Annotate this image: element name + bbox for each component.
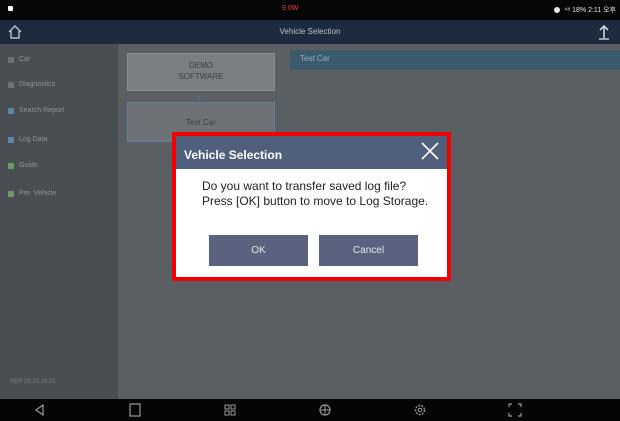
sidebar-item-log-data[interactable]: Log Data — [8, 136, 47, 143]
apps-grid-icon[interactable] — [222, 402, 238, 418]
recent-apps-icon[interactable] — [127, 402, 143, 418]
sidebar-item-label: Search Report — [19, 107, 65, 114]
export-icon[interactable] — [597, 23, 611, 41]
sidebar-item-label: Diagnostics — [19, 81, 56, 88]
screen-capture-icon[interactable] — [507, 402, 523, 418]
diagnostics-icon — [8, 81, 14, 88]
back-icon[interactable] — [32, 402, 48, 418]
demo-software-card[interactable]: DEMO SOFTWARE — [127, 53, 275, 91]
status-right-text: ⁴⁸ 18% 2:11 오후 — [564, 7, 616, 14]
browser-icon[interactable] — [317, 402, 333, 418]
demo-card-line2: SOFTWARE — [178, 72, 224, 81]
sidebar-item-search-report[interactable]: Search Report — [8, 107, 64, 114]
sidebar-item-pre-vehicle[interactable]: Pre. Vehicle — [8, 190, 56, 197]
sidebar-item-guide[interactable]: Guide — [8, 162, 38, 169]
demo-card-line1: DEMO — [189, 61, 213, 70]
vehicle-icon — [8, 190, 14, 197]
status-bar: 9.0W ⁴⁸ 18% 2:11 오후 — [0, 0, 620, 20]
settings-icon[interactable] — [412, 402, 428, 418]
vehicle-list-header[interactable]: Test Car — [290, 50, 620, 70]
sidebar-item-diagnostics[interactable]: Diagnostics — [8, 81, 55, 88]
car-icon — [8, 56, 14, 63]
chevron-down-icon: ⌄ — [195, 90, 203, 100]
sidebar: Car Diagnostics Search Report Log Data G… — [0, 44, 118, 399]
sidebar-item-label: Log Data — [19, 136, 48, 143]
sidebar-item-label: Car — [19, 56, 31, 63]
status-center-text: 9.0W — [282, 5, 299, 12]
log-icon — [8, 136, 14, 143]
page-title: Vehicle Selection — [279, 27, 341, 36]
sidebar-item-car[interactable]: Car — [8, 56, 30, 63]
status-dot-icon — [554, 7, 561, 13]
navigation-bar — [0, 399, 620, 421]
status-right: ⁴⁸ 18% 2:11 오후 — [554, 5, 616, 15]
report-icon — [8, 107, 14, 114]
highlight-box — [172, 132, 451, 281]
version-label: VER 19.12.18.01 — [10, 379, 56, 385]
sidebar-item-label: Pre. Vehicle — [19, 190, 57, 197]
title-bar: Vehicle Selection — [0, 20, 620, 44]
notification-icon — [8, 6, 13, 11]
guide-icon — [8, 162, 14, 169]
sidebar-item-label: Guide — [19, 162, 38, 169]
